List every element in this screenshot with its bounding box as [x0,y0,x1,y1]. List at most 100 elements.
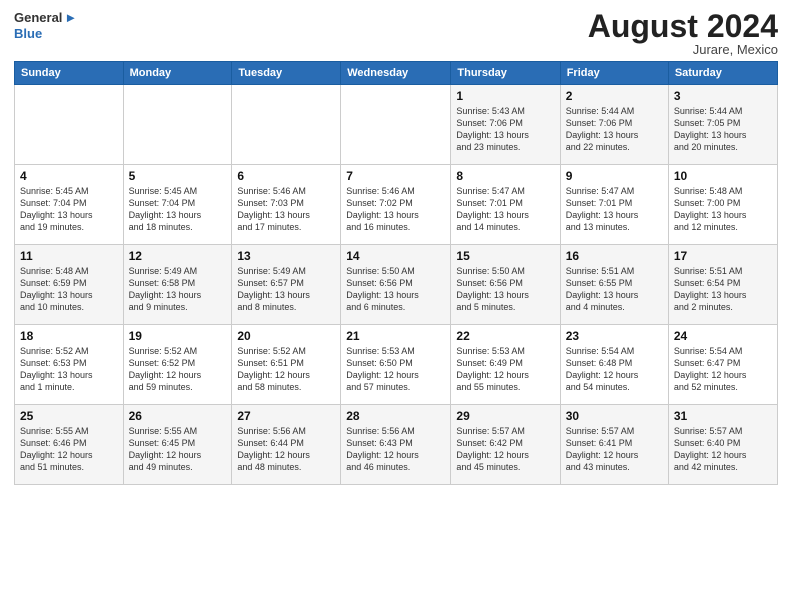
table-row: 19 Sunrise: 5:52 AM Sunset: 6:52 PM Dayli… [123,325,232,405]
table-row: 5 Sunrise: 5:45 AM Sunset: 7:04 PM Daylig… [123,165,232,245]
header: General► Blue August 2024 Jurare, Mexico [14,10,778,57]
day-info: Sunrise: 5:53 AM Sunset: 6:50 PM Dayligh… [346,345,445,394]
day-info: Sunrise: 5:47 AM Sunset: 7:01 PM Dayligh… [456,185,554,234]
day-info: Sunrise: 5:54 AM Sunset: 6:48 PM Dayligh… [566,345,663,394]
day-info: Sunrise: 5:53 AM Sunset: 6:49 PM Dayligh… [456,345,554,394]
calendar-week-row: 18 Sunrise: 5:52 AM Sunset: 6:53 PM Dayli… [15,325,778,405]
table-row [232,85,341,165]
table-row: 29 Sunrise: 5:57 AM Sunset: 6:42 PM Dayli… [451,405,560,485]
day-info: Sunrise: 5:55 AM Sunset: 6:45 PM Dayligh… [129,425,227,474]
day-number: 29 [456,409,554,423]
day-number: 5 [129,169,227,183]
day-number: 6 [237,169,335,183]
day-info: Sunrise: 5:55 AM Sunset: 6:46 PM Dayligh… [20,425,118,474]
table-row: 30Sunrise: 5:57 AM Sunset: 6:41 PM Dayli… [560,405,668,485]
table-row: 16 Sunrise: 5:51 AM Sunset: 6:55 PM Dayli… [560,245,668,325]
day-info: Sunrise: 5:57 AM Sunset: 6:40 PM Dayligh… [674,425,772,474]
day-info: Sunrise: 5:46 AM Sunset: 7:03 PM Dayligh… [237,185,335,234]
day-info: Sunrise: 5:51 AM Sunset: 6:54 PM Dayligh… [674,265,772,314]
calendar-week-row: 25 Sunrise: 5:55 AM Sunset: 6:46 PM Dayli… [15,405,778,485]
table-row: 1 Sunrise: 5:43 AM Sunset: 7:06 PM Daylig… [451,85,560,165]
day-number: 10 [674,169,772,183]
calendar-body: 1 Sunrise: 5:43 AM Sunset: 7:06 PM Daylig… [15,85,778,485]
calendar-week-row: 4Sunrise: 5:45 AM Sunset: 7:04 PM Daylig… [15,165,778,245]
col-tuesday: Tuesday [232,62,341,85]
table-row: 31 Sunrise: 5:57 AM Sunset: 6:40 PM Dayli… [668,405,777,485]
day-number: 20 [237,329,335,343]
day-number: 21 [346,329,445,343]
page-container: General► Blue August 2024 Jurare, Mexico… [0,0,792,495]
calendar-week-row: 1 Sunrise: 5:43 AM Sunset: 7:06 PM Daylig… [15,85,778,165]
table-row: 18 Sunrise: 5:52 AM Sunset: 6:53 PM Dayli… [15,325,124,405]
day-info: Sunrise: 5:47 AM Sunset: 7:01 PM Dayligh… [566,185,663,234]
table-row: 28 Sunrise: 5:56 AM Sunset: 6:43 PM Dayli… [341,405,451,485]
day-info: Sunrise: 5:50 AM Sunset: 6:56 PM Dayligh… [456,265,554,314]
table-row: 8 Sunrise: 5:47 AM Sunset: 7:01 PM Daylig… [451,165,560,245]
day-number: 2 [566,89,663,103]
day-info: Sunrise: 5:44 AM Sunset: 7:05 PM Dayligh… [674,105,772,154]
day-number: 18 [20,329,118,343]
table-row: 10 Sunrise: 5:48 AM Sunset: 7:00 PM Dayli… [668,165,777,245]
day-info: Sunrise: 5:57 AM Sunset: 6:42 PM Dayligh… [456,425,554,474]
day-info: Sunrise: 5:51 AM Sunset: 6:55 PM Dayligh… [566,265,663,314]
day-number: 28 [346,409,445,423]
table-row: 11 Sunrise: 5:48 AM Sunset: 6:59 PM Dayli… [15,245,124,325]
day-info: Sunrise: 5:44 AM Sunset: 7:06 PM Dayligh… [566,105,663,154]
day-info: Sunrise: 5:46 AM Sunset: 7:02 PM Dayligh… [346,185,445,234]
day-number: 7 [346,169,445,183]
day-number: 25 [20,409,118,423]
table-row: 20 Sunrise: 5:52 AM Sunset: 6:51 PM Dayli… [232,325,341,405]
day-number: 31 [674,409,772,423]
table-row: 9 Sunrise: 5:47 AM Sunset: 7:01 PM Daylig… [560,165,668,245]
day-info: Sunrise: 5:56 AM Sunset: 6:44 PM Dayligh… [237,425,335,474]
day-info: Sunrise: 5:45 AM Sunset: 7:04 PM Dayligh… [20,185,118,234]
day-info: Sunrise: 5:52 AM Sunset: 6:52 PM Dayligh… [129,345,227,394]
day-info: Sunrise: 5:49 AM Sunset: 6:57 PM Dayligh… [237,265,335,314]
table-row: 2 Sunrise: 5:44 AM Sunset: 7:06 PM Daylig… [560,85,668,165]
table-row: 27 Sunrise: 5:56 AM Sunset: 6:44 PM Dayli… [232,405,341,485]
table-row: 23 Sunrise: 5:54 AM Sunset: 6:48 PM Dayli… [560,325,668,405]
col-monday: Monday [123,62,232,85]
day-number: 8 [456,169,554,183]
table-row [15,85,124,165]
table-row: 6 Sunrise: 5:46 AM Sunset: 7:03 PM Daylig… [232,165,341,245]
day-number: 23 [566,329,663,343]
calendar-header-row: Sunday Monday Tuesday Wednesday Thursday… [15,62,778,85]
day-number: 1 [456,89,554,103]
day-number: 9 [566,169,663,183]
day-info: Sunrise: 5:52 AM Sunset: 6:51 PM Dayligh… [237,345,335,394]
day-number: 16 [566,249,663,263]
day-number: 14 [346,249,445,263]
col-thursday: Thursday [451,62,560,85]
table-row: 14Sunrise: 5:50 AM Sunset: 6:56 PM Dayli… [341,245,451,325]
location-subtitle: Jurare, Mexico [588,42,778,57]
table-row [341,85,451,165]
day-info: Sunrise: 5:48 AM Sunset: 7:00 PM Dayligh… [674,185,772,234]
table-row [123,85,232,165]
table-row: 22Sunrise: 5:53 AM Sunset: 6:49 PM Dayli… [451,325,560,405]
day-number: 19 [129,329,227,343]
day-info: Sunrise: 5:45 AM Sunset: 7:04 PM Dayligh… [129,185,227,234]
day-number: 3 [674,89,772,103]
day-info: Sunrise: 5:43 AM Sunset: 7:06 PM Dayligh… [456,105,554,154]
day-number: 13 [237,249,335,263]
day-number: 11 [20,249,118,263]
table-row: 3 Sunrise: 5:44 AM Sunset: 7:05 PM Daylig… [668,85,777,165]
table-row: 12Sunrise: 5:49 AM Sunset: 6:58 PM Dayli… [123,245,232,325]
day-info: Sunrise: 5:52 AM Sunset: 6:53 PM Dayligh… [20,345,118,394]
table-row: 7 Sunrise: 5:46 AM Sunset: 7:02 PM Daylig… [341,165,451,245]
title-block: August 2024 Jurare, Mexico [588,10,778,57]
day-info: Sunrise: 5:48 AM Sunset: 6:59 PM Dayligh… [20,265,118,314]
day-number: 27 [237,409,335,423]
table-row: 17 Sunrise: 5:51 AM Sunset: 6:54 PM Dayli… [668,245,777,325]
day-number: 12 [129,249,227,263]
day-number: 17 [674,249,772,263]
calendar-table: Sunday Monday Tuesday Wednesday Thursday… [14,61,778,485]
day-info: Sunrise: 5:56 AM Sunset: 6:43 PM Dayligh… [346,425,445,474]
day-info: Sunrise: 5:57 AM Sunset: 6:41 PM Dayligh… [566,425,663,474]
table-row: 15Sunrise: 5:50 AM Sunset: 6:56 PM Dayli… [451,245,560,325]
logo-text: General► Blue [14,10,77,41]
table-row: 4Sunrise: 5:45 AM Sunset: 7:04 PM Daylig… [15,165,124,245]
day-number: 24 [674,329,772,343]
col-sunday: Sunday [15,62,124,85]
